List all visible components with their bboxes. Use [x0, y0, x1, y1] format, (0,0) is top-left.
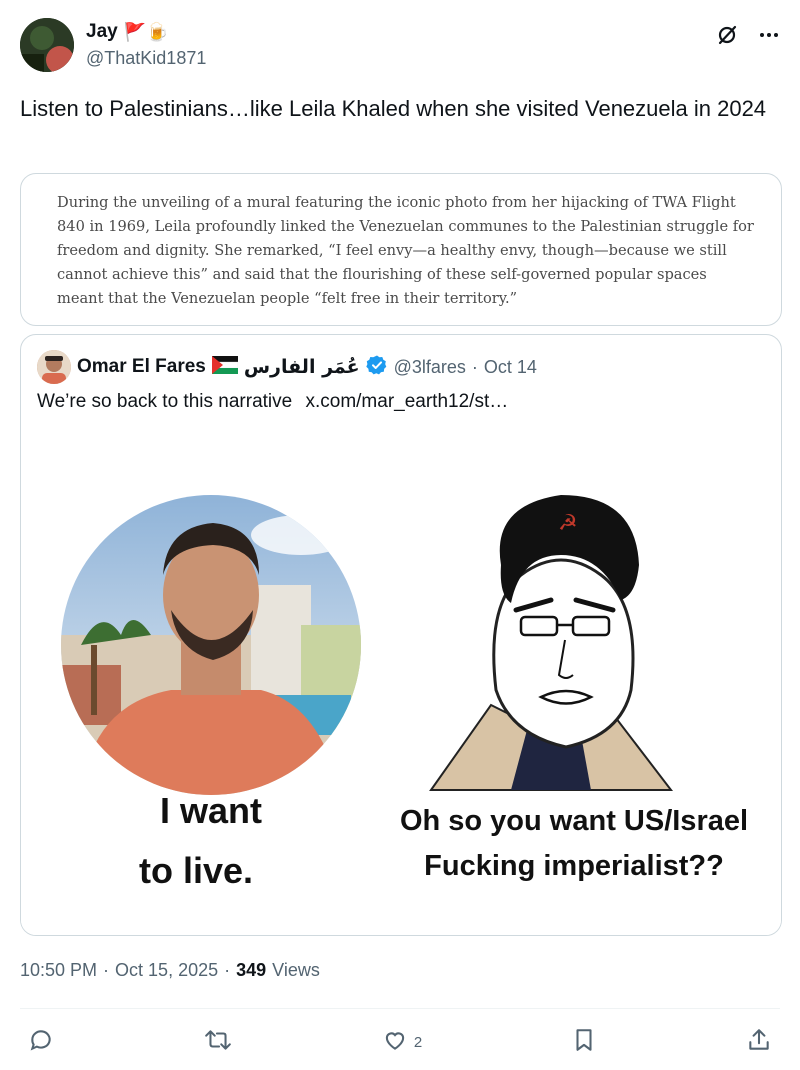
quoted-separator: ·	[471, 356, 478, 377]
like-count: 2	[413, 1033, 423, 1051]
quoted-author-avatar	[37, 350, 71, 384]
tweet-date[interactable]: Oct 15, 2025	[115, 960, 218, 981]
meta-dot-2: ·	[224, 960, 231, 980]
tweet-time[interactable]: 10:50 PM	[20, 960, 97, 981]
person-photo	[61, 495, 361, 795]
grok-icon[interactable]	[716, 24, 738, 46]
retweet-button[interactable]	[204, 1027, 232, 1057]
quoted-date: Oct 14	[483, 356, 537, 377]
quoted-author-handle: @3lfares	[393, 356, 466, 377]
cartoon-character: ☭	[429, 495, 674, 791]
quoted-tweet[interactable]: Omar El Fares عُمَر الفارس @3lfares · Oc…	[20, 334, 782, 936]
like-button[interactable]: 2	[382, 1027, 422, 1057]
quoted-author-name: Omar El Fares	[77, 356, 206, 377]
actions-divider	[20, 1008, 780, 1009]
quoted-text-row: We’re so back to this narrative x.com/ma…	[37, 391, 508, 413]
tweet-header: Jay 🚩🍺 @ThatKid1871	[20, 18, 780, 76]
more-options-icon[interactable]	[758, 24, 780, 46]
bookmark-icon	[572, 1027, 596, 1057]
author-avatar[interactable]	[20, 18, 74, 72]
share-icon	[746, 1027, 772, 1057]
meta-dot-1: ·	[103, 960, 110, 980]
verified-badge-icon	[365, 354, 388, 381]
author-emoji: 🚩🍺	[123, 21, 169, 42]
svg-text:☭: ☭	[558, 511, 578, 536]
retweet-icon	[204, 1027, 232, 1057]
quoted-author-arabic-name: عُمَر الفارس	[243, 356, 360, 378]
image-paragraph: During the unveiling of a mural featurin…	[57, 194, 754, 307]
author-name[interactable]: Jay	[86, 21, 118, 43]
meme-right-line2: Fucking imperialist??	[424, 850, 724, 882]
bookmark-button[interactable]	[572, 1027, 596, 1057]
meme-left-line1: I want	[160, 790, 262, 831]
reply-button[interactable]	[28, 1027, 54, 1057]
tweet-meta: 10:50 PM · Oct 15, 2025 · 349 Views	[20, 960, 320, 981]
meme-left-line2: to live.	[139, 850, 253, 891]
quoted-text: We’re so back to this narrative	[37, 391, 293, 412]
share-button[interactable]	[746, 1027, 772, 1057]
palestine-flag-icon	[211, 355, 238, 379]
reply-icon	[28, 1027, 54, 1057]
quoted-link[interactable]: x.com/mar_earth12/st…	[305, 391, 508, 412]
quoted-meme-image[interactable]: ☭ I want to live. Oh so you want US/Isra…	[21, 435, 781, 935]
heart-icon	[382, 1027, 408, 1057]
views-count: 349	[236, 960, 267, 980]
author-handle[interactable]: @ThatKid1871	[86, 48, 206, 69]
attached-image[interactable]: During the unveiling of a mural featurin…	[20, 173, 782, 326]
meme-right-line1: Oh so you want US/Israel	[400, 805, 748, 837]
tweet-actions: 2	[20, 1022, 780, 1062]
tweet-text: Listen to Palestinians…like Leila Khaled…	[20, 96, 767, 121]
views-label: Views	[272, 960, 320, 980]
